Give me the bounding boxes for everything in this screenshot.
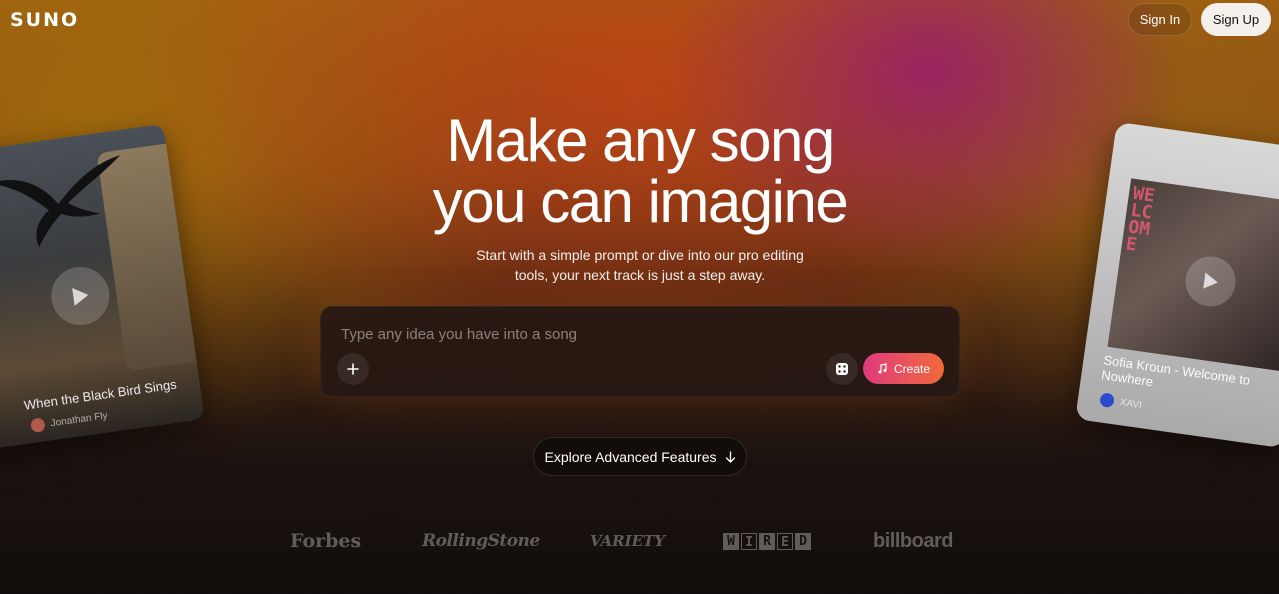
wired-letter: E: [777, 532, 793, 550]
create-label: Create: [893, 361, 931, 376]
artist-name: XAVI: [1119, 396, 1143, 411]
song-artist[interactable]: Jonathan Fly: [29, 408, 109, 434]
song-prompt-box: Create: [320, 306, 960, 397]
random-prompt-button[interactable]: [826, 353, 858, 385]
hero-subtitle-line-1: Start with a simple prompt or dive into …: [476, 247, 804, 263]
sign-up-button[interactable]: Sign Up: [1201, 3, 1271, 36]
dice-icon: [836, 363, 848, 375]
wired-letter: D: [795, 532, 811, 550]
suno-logo[interactable]: SUNO: [10, 9, 79, 31]
arrow-down-icon: [725, 450, 735, 463]
rolling-stone-logo: RollingStone: [422, 531, 540, 551]
song-artist[interactable]: XAVI: [1099, 392, 1143, 412]
wired-logo: W I R E D: [723, 526, 811, 556]
hero-title-line-2: you can imagine: [432, 168, 849, 235]
wired-letter: W: [723, 532, 739, 550]
create-button[interactable]: Create: [863, 353, 944, 384]
song-idea-input[interactable]: [341, 323, 821, 345]
artist-name: Jonathan Fly: [49, 409, 109, 429]
hero-subtitle-line-2: tools, your next track is just a step aw…: [514, 267, 766, 283]
wired-letter: R: [759, 532, 775, 550]
add-button[interactable]: [337, 353, 369, 385]
hero-title-line-1: Make any song: [446, 107, 835, 174]
billboard-logo: billboard: [873, 529, 953, 552]
music-sparkle-icon: [878, 363, 887, 374]
plus-icon: [347, 363, 359, 375]
artist-avatar: [1099, 392, 1115, 409]
wired-letter: I: [741, 532, 757, 550]
artist-avatar: [29, 417, 46, 434]
variety-logo: VARIETY: [590, 532, 665, 550]
hero-subtitle: Start with a simple prompt or dive into …: [470, 245, 810, 285]
hero-title: Make any song you can imagine: [340, 110, 940, 232]
background-noise: [0, 0, 1279, 594]
play-icon[interactable]: [47, 263, 114, 329]
explore-advanced-features-button[interactable]: Explore Advanced Features: [533, 437, 747, 476]
explore-label: Explore Advanced Features: [544, 448, 717, 465]
sign-in-button[interactable]: Sign In: [1128, 3, 1192, 36]
song-title[interactable]: When the Black Bird Sings: [23, 377, 177, 413]
forbes-logo: Forbes: [290, 530, 362, 552]
